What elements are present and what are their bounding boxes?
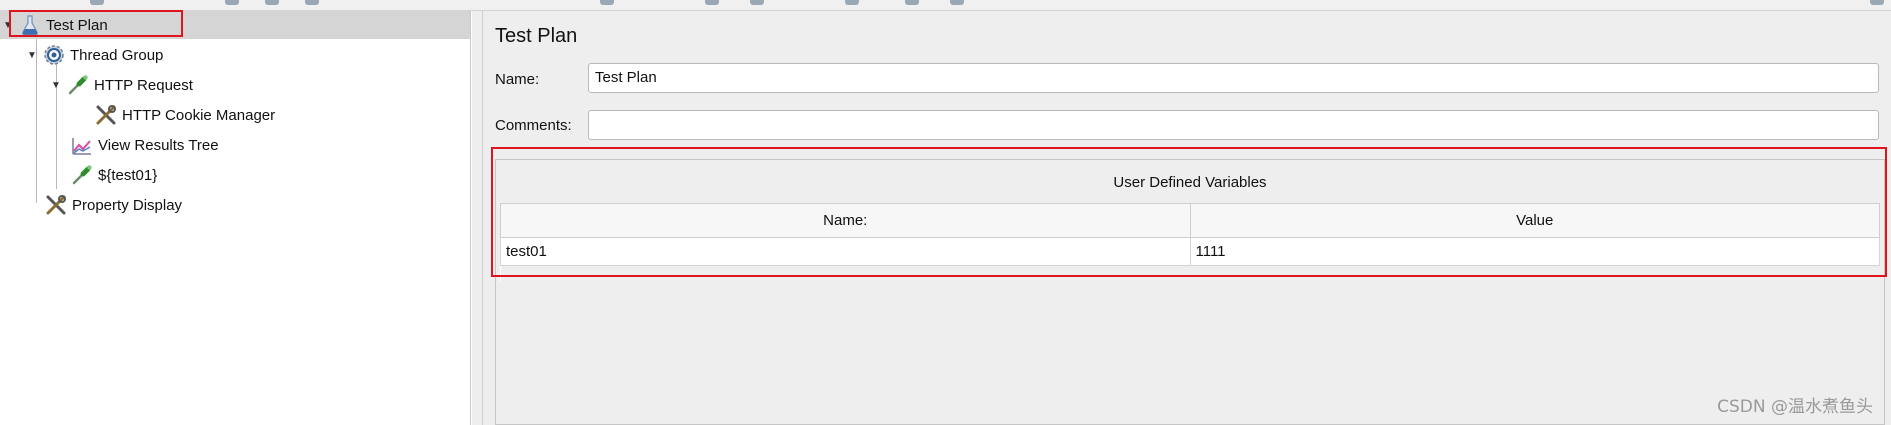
toolbar-icon[interactable] <box>600 0 614 5</box>
tree-item-label: Property Display <box>72 196 183 214</box>
tree-item-test-plan[interactable]: ▼ Test Plan <box>0 11 470 39</box>
watermark-text: CSDN @温水煮鱼头 <box>1717 397 1873 417</box>
toolbar-icon[interactable] <box>905 0 919 5</box>
toolbar-icon[interactable] <box>265 0 279 5</box>
tree-item-http-cookie-manager[interactable]: HTTP Cookie Manager <box>94 101 275 129</box>
toolbar-icon[interactable] <box>90 0 104 5</box>
test-plan-tree: ▼ Test Plan ▼ Thread Group ▼ HTTP Reques… <box>0 11 471 425</box>
tree-item-label: ${test01} <box>98 166 158 184</box>
expand-arrow-icon[interactable]: ▼ <box>26 49 38 61</box>
tree-item-test01-sampler[interactable]: ${test01} <box>70 161 157 189</box>
name-field[interactable]: Test Plan <box>588 63 1879 93</box>
wrench-icon <box>96 105 116 125</box>
tree-item-thread-group[interactable]: ▼ Thread Group <box>26 41 163 69</box>
page-title: Test Plan <box>495 25 578 47</box>
variable-value-cell[interactable]: 1111 <box>1189 237 1880 266</box>
user-defined-variables-panel: User Defined Variables Name: Value test0… <box>495 159 1885 425</box>
test-plan-icon <box>22 15 38 36</box>
variable-name-cell[interactable]: test01 <box>500 237 1191 266</box>
toolbar-icon[interactable] <box>950 0 964 5</box>
gear-icon <box>44 45 64 65</box>
pane-divider[interactable] <box>472 11 483 425</box>
tree-item-label: HTTP Cookie Manager <box>122 106 276 124</box>
toolbar-icon[interactable] <box>705 0 719 5</box>
wrench-icon <box>46 195 66 215</box>
comments-field[interactable] <box>588 110 1879 140</box>
toolbar-icon[interactable] <box>1870 0 1884 5</box>
test-plan-editor: Test Plan Name: Test Plan Comments: User… <box>483 11 1891 425</box>
tree-item-label: HTTP Request <box>94 76 193 94</box>
toolbar-icon[interactable] <box>750 0 764 5</box>
variables-table: Name: Value test01 1111 <box>500 203 1880 282</box>
tree-item-label: Thread Group <box>70 46 164 64</box>
tree-item-label: View Results Tree <box>98 136 219 154</box>
tree-item-http-request[interactable]: ▼ HTTP Request <box>50 71 193 99</box>
comments-label: Comments: <box>495 117 572 134</box>
tree-item-view-results-tree[interactable]: View Results Tree <box>70 131 219 159</box>
expand-arrow-icon[interactable]: ▼ <box>2 19 14 31</box>
table-row[interactable]: test01 1111 <box>500 237 1880 266</box>
toolbar-icon[interactable] <box>845 0 859 5</box>
chart-listener-icon <box>72 138 91 155</box>
toolbar-icon[interactable] <box>305 0 319 5</box>
toolbar-strip <box>0 0 1891 11</box>
name-label: Name: <box>495 71 540 88</box>
tree-item-label: Test Plan <box>46 16 108 34</box>
tree-item-property-display[interactable]: Property Display <box>44 191 182 219</box>
column-header-name[interactable]: Name: <box>500 203 1191 238</box>
column-header-value[interactable]: Value <box>1189 203 1880 238</box>
user-defined-variables-title: User Defined Variables <box>1113 174 1267 191</box>
pipette-sampler-icon <box>72 165 92 185</box>
toolbar-icon[interactable] <box>225 0 239 5</box>
pipette-sampler-icon <box>68 75 88 95</box>
table-empty-area <box>500 265 1880 282</box>
expand-arrow-icon[interactable]: ▼ <box>50 79 62 91</box>
